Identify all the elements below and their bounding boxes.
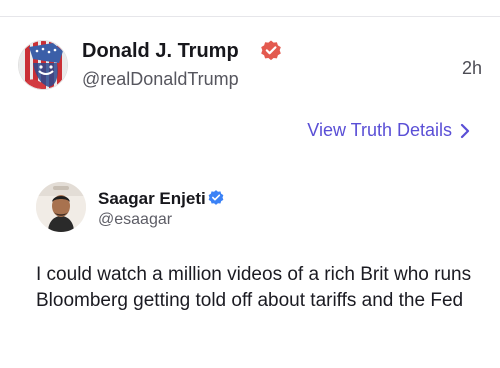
- post-timestamp: 2h: [461, 58, 482, 78]
- quoted-author-handle[interactable]: @esaagar: [98, 211, 172, 229]
- author-name[interactable]: Donald J. Trump: [82, 40, 239, 63]
- verified-badge-icon: [208, 190, 224, 205]
- quoted-author-avatar-image: [36, 182, 86, 232]
- view-truth-details-label: View Truth Details: [307, 120, 452, 140]
- chevron-right-icon: [460, 123, 470, 138]
- verified-badge-icon: [261, 40, 281, 61]
- top-divider: [0, 16, 500, 17]
- quoted-author-name[interactable]: Saagar Enjeti: [98, 189, 206, 209]
- author-handle[interactable]: @realDonaldTrump: [82, 69, 239, 90]
- quoted-author-avatar[interactable]: [36, 182, 86, 232]
- quoted-post-text: I could watch a million videos of a rich…: [36, 264, 472, 311]
- view-truth-details-link[interactable]: View Truth Details: [307, 120, 472, 141]
- author-avatar-image: [19, 41, 67, 89]
- post-header: Donald J. Trump @realDonaldTrump 2h: [18, 38, 482, 94]
- author-avatar[interactable]: [18, 40, 68, 90]
